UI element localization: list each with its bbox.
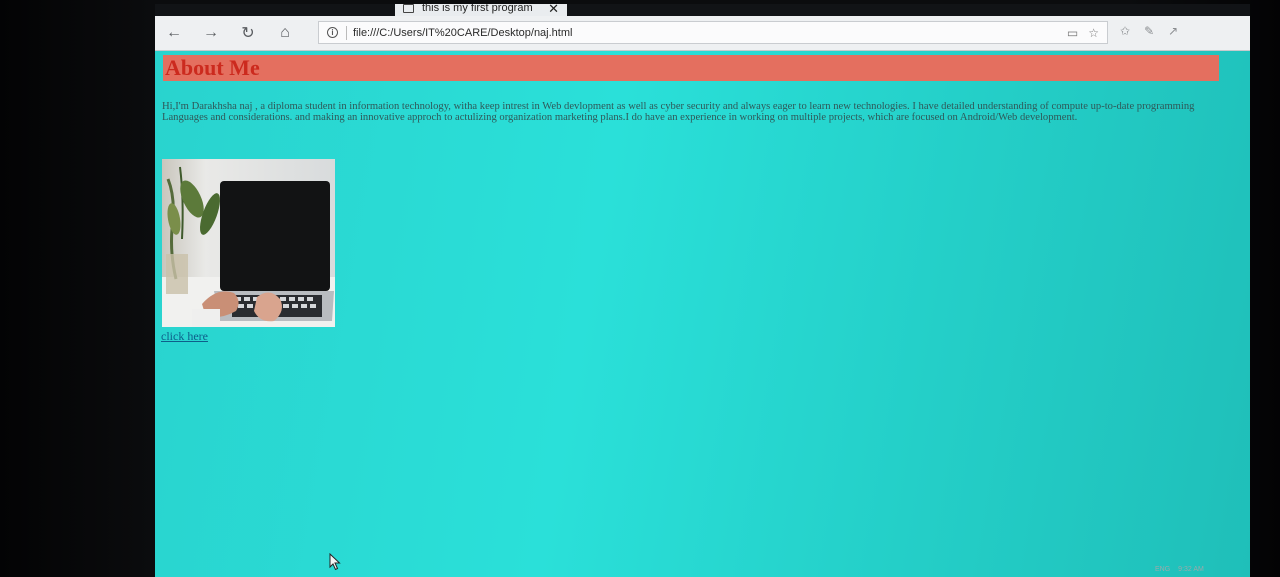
url-text[interactable]: file:///C:/Users/IT%20CARE/Desktop/naj.h… [353,27,572,39]
share-icon[interactable]: ↗ [1168,24,1178,38]
page-icon [403,4,414,13]
tab-close-icon[interactable]: ✕ [548,4,559,15]
language-indicator[interactable]: ENG [1155,566,1170,573]
reading-view-icon[interactable]: ▭ [1067,26,1078,40]
mouse-pointer-icon [329,553,341,571]
info-icon[interactable]: i [327,27,338,38]
tab-title: this is my first program [422,4,533,14]
refresh-icon[interactable]: ↻ [237,22,259,44]
address-divider [346,25,347,40]
pen-icon[interactable]: ✎ [1144,24,1154,38]
laptop-photo [162,159,335,327]
monitor-bezel: this is my first program ✕ ← → ↻ ⌂ i fil… [0,0,1280,577]
address-bar[interactable]: i file:///C:/Users/IT%20CARE/Desktop/naj… [318,21,1108,44]
favorites-icon[interactable]: ✩ [1120,24,1130,38]
about-paragraph: Hi,I'm Darakhsha naj , a diploma student… [162,101,1195,123]
clock[interactable]: 9:32 AM [1178,566,1204,573]
browser-toolbar: ← → ↻ ⌂ i file:///C:/Users/IT%20CARE/Des… [155,16,1250,51]
favorite-star-icon[interactable]: ☆ [1088,26,1099,40]
back-icon[interactable]: ← [163,22,185,44]
toolbar-actions: ✩ ✎ ↗ [1120,24,1178,38]
forward-icon[interactable]: → [200,22,222,44]
page-content: About Me Hi,I'm Darakhsha naj , a diplom… [155,51,1250,577]
home-icon[interactable]: ⌂ [274,22,296,44]
page-heading: About Me [165,55,260,80]
taskbar-tray: ENG 9:32 AM [1155,566,1204,573]
click-here-link[interactable]: click here [161,329,208,344]
heading-banner: About Me [163,55,1219,81]
laptop-photo-illustration [162,159,335,327]
browser-window: this is my first program ✕ ← → ↻ ⌂ i fil… [155,4,1250,577]
